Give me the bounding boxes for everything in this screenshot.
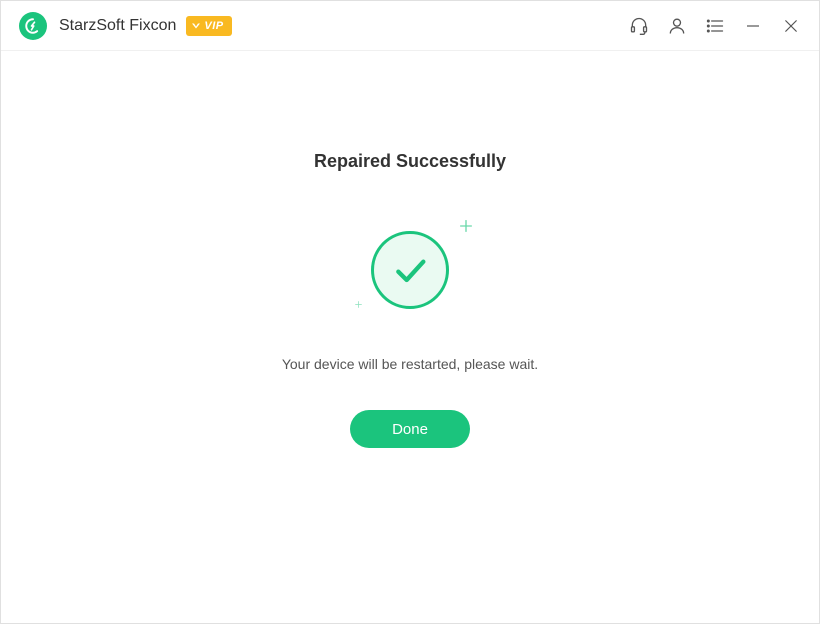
success-checkmark-icon (371, 231, 449, 309)
minimize-button[interactable] (743, 16, 763, 36)
vip-badge: VIP (186, 16, 231, 36)
app-title: StarzSoft Fixcon (59, 17, 176, 35)
support-headset-icon[interactable] (629, 16, 649, 36)
status-title: Repaired Successfully (314, 151, 506, 172)
done-button[interactable]: Done (350, 410, 470, 448)
vip-label: VIP (204, 20, 223, 32)
titlebar: StarzSoft Fixcon VIP (1, 1, 819, 51)
sparkle-plus-small-icon (354, 296, 363, 314)
success-graphic (350, 220, 470, 320)
sparkle-plus-icon (458, 218, 474, 239)
titlebar-controls (629, 16, 801, 36)
close-button[interactable] (781, 16, 801, 36)
app-window: StarzSoft Fixcon VIP (0, 0, 820, 624)
user-account-icon[interactable] (667, 16, 687, 36)
app-logo-icon (19, 12, 47, 40)
status-message: Your device will be restarted, please wa… (282, 356, 538, 372)
menu-list-icon[interactable] (705, 16, 725, 36)
main-content: Repaired Successfully Your device (1, 51, 819, 623)
